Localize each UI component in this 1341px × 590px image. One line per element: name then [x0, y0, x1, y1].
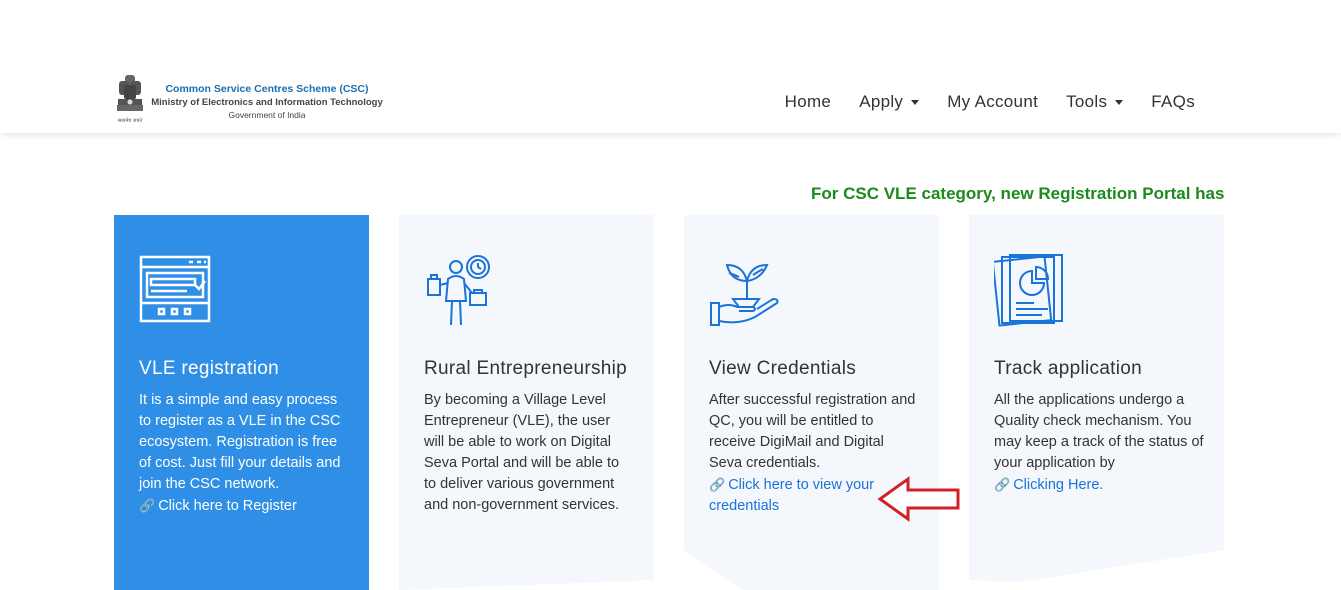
- card-vle-registration: VLE registration It is a simple and easy…: [114, 215, 369, 590]
- brand-ministry: Ministry of Electronics and Information …: [151, 97, 383, 108]
- card-title: Track application: [994, 358, 1143, 379]
- nav-tools-dropdown[interactable]: Tools: [1052, 90, 1137, 114]
- card-corner-decoration: [684, 550, 744, 590]
- site-header: सत्यमेव जयते Common Service Centres Sche…: [0, 0, 1341, 133]
- card-track-application: Track application All the applications u…: [969, 215, 1224, 590]
- nav-my-account-label: My Account: [947, 92, 1039, 111]
- card-title: VLE registration: [139, 358, 279, 379]
- nav-my-account[interactable]: My Account: [933, 90, 1052, 114]
- brand-title: Common Service Centres Scheme (CSC): [165, 83, 369, 95]
- link-icon: 🔗: [139, 498, 156, 513]
- main-nav: Home Apply My Account Tools FAQs: [771, 90, 1209, 114]
- red-arrow-annotation-icon: [877, 476, 960, 522]
- nav-tools-label: Tools: [1066, 92, 1108, 111]
- link-icon: 🔗: [994, 477, 1011, 492]
- brand-logo[interactable]: सत्यमेव जयते Common Service Centres Sche…: [113, 73, 393, 127]
- card-corner-decoration: [969, 550, 1224, 590]
- card-description: All the applications undergo a Quality c…: [994, 390, 1204, 496]
- report-document-icon: [994, 254, 1063, 327]
- card-title: View Credentials: [709, 358, 857, 379]
- national-emblem-icon: सत्यमेव जयते: [117, 75, 143, 124]
- emblem-caption: सत्यमेव जयते: [118, 117, 143, 124]
- card-description: It is a simple and easy process to regis…: [139, 390, 349, 517]
- brand-text: Common Service Centres Scheme (CSC) Mini…: [147, 83, 387, 122]
- entrepreneur-icon: [427, 255, 490, 326]
- nav-home[interactable]: Home: [771, 90, 846, 114]
- card-body-text: After successful registration and QC, yo…: [709, 392, 916, 471]
- browser-window-icon: [139, 255, 211, 323]
- nav-faqs[interactable]: FAQs: [1137, 90, 1209, 114]
- view-credentials-link[interactable]: 🔗 Click here to view your credentials: [709, 477, 874, 514]
- announcement-text: For CSC VLE category, new Registration P…: [811, 184, 1224, 203]
- view-credentials-link-label: Click here to view your credentials: [709, 477, 875, 514]
- link-icon: 🔗: [709, 477, 726, 492]
- caret-down-icon: [1115, 99, 1124, 105]
- track-application-link[interactable]: 🔗 Clicking Here.: [994, 477, 1103, 493]
- card-rural-entrepreneurship: Rural Entrepreneurship By becoming a Vil…: [399, 215, 654, 590]
- plant-in-hand-icon: [710, 263, 779, 326]
- nav-apply-dropdown[interactable]: Apply: [845, 90, 933, 114]
- register-link[interactable]: 🔗 Click here to Register: [139, 498, 297, 514]
- card-description: By becoming a Village Level Entrepreneur…: [424, 392, 620, 513]
- nav-home-label: Home: [784, 92, 832, 111]
- card-corner-decoration: [399, 580, 654, 590]
- register-link-label: Click here to Register: [158, 498, 297, 514]
- card-body-text: All the applications undergo a Quality c…: [994, 392, 1204, 471]
- track-application-link-label: Clicking Here.: [1013, 477, 1104, 493]
- announcement-marquee: For CSC VLE category, new Registration P…: [560, 184, 1224, 208]
- nav-faqs-label: FAQs: [1151, 92, 1195, 111]
- caret-down-icon: [911, 99, 920, 105]
- card-view-credentials: View Credentials After successful regist…: [684, 215, 939, 590]
- nav-apply-label: Apply: [859, 92, 904, 111]
- card-body-text: It is a simple and easy process to regis…: [139, 392, 341, 492]
- card-title: Rural Entrepreneurship: [424, 358, 628, 379]
- brand-government: Government of India: [228, 110, 306, 120]
